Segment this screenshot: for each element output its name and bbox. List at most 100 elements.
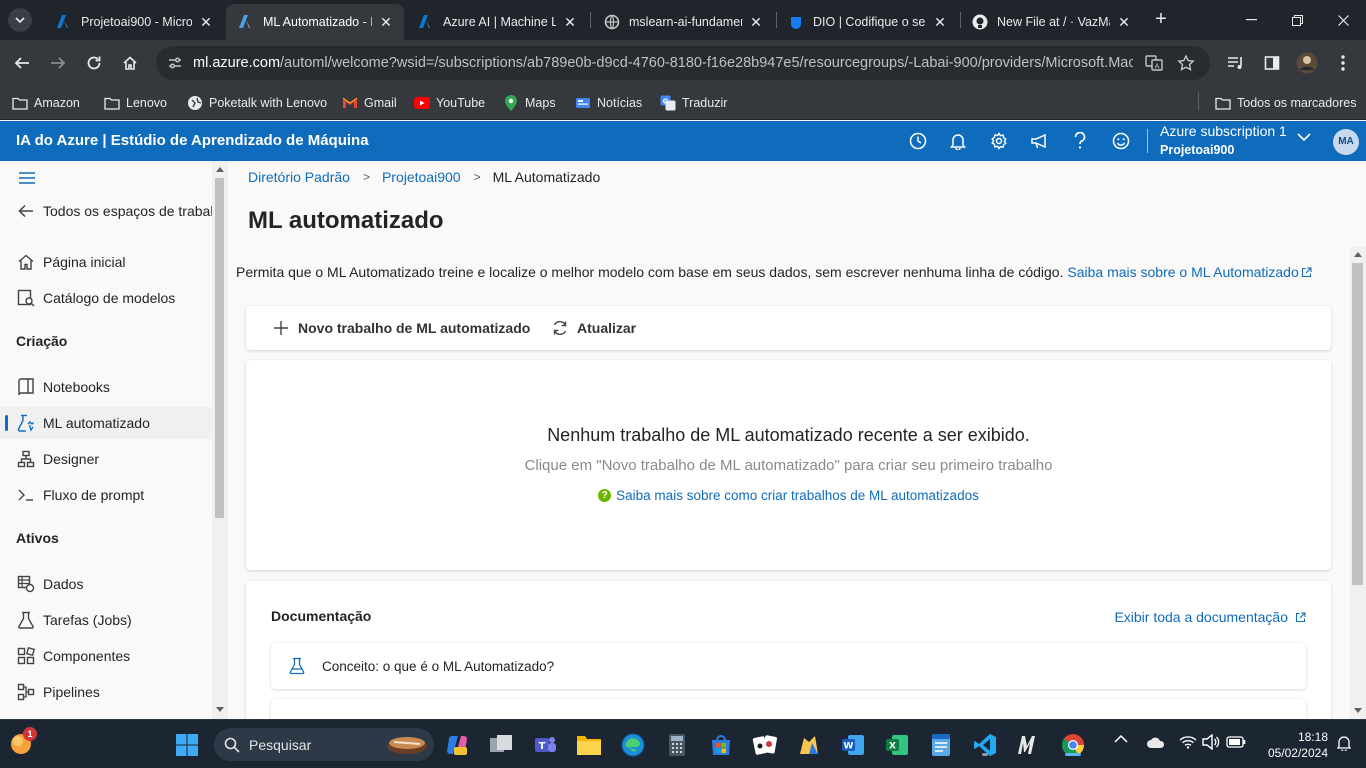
excel-icon[interactable]: X xyxy=(884,732,910,758)
file-explorer-icon[interactable] xyxy=(576,732,602,758)
scroll-up-arrow-icon[interactable] xyxy=(216,167,224,172)
close-tab-icon[interactable]: ✕ xyxy=(748,14,764,30)
breadcrumb-directory[interactable]: Diretório Padrão xyxy=(248,169,350,185)
browser-tab-active[interactable]: ML Automatizado - IA ✕ xyxy=(226,4,404,40)
bookmark-translate[interactable]: G Traduzir xyxy=(660,93,727,113)
close-window-button[interactable] xyxy=(1320,0,1366,40)
nav-item-prompt-flow[interactable]: Fluxo de prompt xyxy=(0,479,212,511)
browser-tab[interactable]: Azure AI | Machine Le ✕ xyxy=(406,4,588,40)
nav-scrollbar[interactable] xyxy=(212,161,228,719)
feedback-megaphone-icon[interactable] xyxy=(1029,130,1051,152)
microsoft-store-icon[interactable] xyxy=(708,732,734,758)
browser-tab[interactable]: mslearn-ai-fundamen ✕ xyxy=(592,4,774,40)
maps-app-icon[interactable] xyxy=(796,732,822,758)
minimize-button[interactable] xyxy=(1228,0,1274,40)
browser-menu-icon[interactable] xyxy=(1331,51,1355,75)
bookmark-amazon[interactable]: Amazon xyxy=(12,93,80,113)
tab-search-button[interactable] xyxy=(8,8,32,32)
learn-more-automl-link[interactable]: Saiba mais sobre o ML Automatizado xyxy=(1067,264,1312,280)
edge-icon[interactable] xyxy=(620,732,646,758)
home-icon[interactable] xyxy=(118,51,142,75)
nav-item-home[interactable]: Página inicial xyxy=(0,246,212,278)
bookmark-news[interactable]: Notícias xyxy=(575,93,642,113)
close-tab-icon[interactable]: ✕ xyxy=(562,14,578,30)
scroll-down-arrow-icon[interactable] xyxy=(216,707,224,712)
teams-icon[interactable]: T xyxy=(532,732,558,758)
browser-tab[interactable]: DIO | Codifique o seu ✕ xyxy=(776,4,958,40)
copilot-icon[interactable] xyxy=(444,732,470,758)
nav-item-data[interactable]: Dados xyxy=(0,568,212,600)
word-icon[interactable]: W xyxy=(840,732,866,758)
taskbar-search-box[interactable]: Pesquisar xyxy=(214,728,434,761)
refresh-button[interactable]: Atualizar xyxy=(550,317,636,339)
bookmark-lenovo[interactable]: Lenovo xyxy=(104,93,167,113)
bookmark-poketalk[interactable]: Poketalk with Lenovo xyxy=(187,93,327,113)
chrome-icon[interactable] xyxy=(1060,732,1086,758)
forward-icon[interactable] xyxy=(46,51,70,75)
notifications-icon[interactable] xyxy=(947,130,969,152)
back-icon[interactable] xyxy=(10,51,34,75)
notepad-icon[interactable] xyxy=(928,732,954,758)
help-icon[interactable] xyxy=(1069,130,1091,152)
restore-button[interactable] xyxy=(1274,0,1320,40)
browser-tab[interactable]: New File at / · VazMar ✕ xyxy=(960,4,1142,40)
translate-page-icon[interactable]: A xyxy=(1144,53,1164,73)
close-tab-icon[interactable]: ✕ xyxy=(198,14,214,30)
profile-avatar[interactable] xyxy=(1295,51,1319,75)
address-bar[interactable]: ml.azure.com/automl/welcome?wsid=/subscr… xyxy=(156,46,1210,80)
system-clock[interactable]: 18:18 05/02/2024 xyxy=(1254,729,1328,761)
bookmark-youtube[interactable]: YouTube xyxy=(414,93,485,113)
scroll-down-arrow-icon[interactable] xyxy=(1354,708,1362,713)
nav-item-notebooks[interactable]: Notebooks xyxy=(0,371,212,403)
main-scrollbar-thumb[interactable] xyxy=(1352,263,1363,585)
ml-app-icon[interactable] xyxy=(1016,732,1042,758)
site-settings-icon[interactable] xyxy=(165,53,185,73)
volume-icon[interactable] xyxy=(1202,734,1220,750)
app-title[interactable]: IA do Azure | Estúdio de Aprendizado de … xyxy=(16,132,369,149)
media-control-icon[interactable] xyxy=(1224,51,1248,75)
chevron-down-icon[interactable] xyxy=(1297,133,1311,141)
bookmark-maps[interactable]: Maps xyxy=(503,93,556,113)
breadcrumb-workspace[interactable]: Projetoai900 xyxy=(382,169,461,185)
nav-item-designer[interactable]: Designer xyxy=(0,443,212,475)
nav-back-all-workspaces[interactable]: Todos os espaços de trabal xyxy=(0,195,212,227)
calculator-icon[interactable] xyxy=(664,732,690,758)
close-tab-icon[interactable]: ✕ xyxy=(1116,14,1132,30)
show-hidden-icons-chevron-up-icon[interactable] xyxy=(1114,735,1128,743)
nav-scrollbar-thumb[interactable] xyxy=(215,178,224,518)
bookmark-star-icon[interactable] xyxy=(1176,53,1196,73)
vscode-icon[interactable] xyxy=(972,732,998,758)
smiley-feedback-icon[interactable] xyxy=(1110,130,1132,152)
hamburger-menu-icon[interactable] xyxy=(18,171,38,187)
bookmark-gmail[interactable]: Gmail xyxy=(342,93,397,113)
recent-activity-icon[interactable] xyxy=(907,130,929,152)
main-scrollbar[interactable] xyxy=(1350,247,1366,719)
doc-item-automl-concept[interactable]: Conceito: o que é o ML Automatizado? xyxy=(271,643,1306,689)
nav-item-model-catalog[interactable]: Catálogo de modelos xyxy=(0,282,212,314)
close-tab-icon[interactable]: ✕ xyxy=(932,14,948,30)
nav-item-pipelines[interactable]: Pipelines xyxy=(0,676,212,708)
nav-item-components[interactable]: Componentes xyxy=(0,640,212,672)
wifi-icon[interactable] xyxy=(1179,735,1197,749)
subscription-name[interactable]: Azure subscription 1 xyxy=(1160,123,1287,139)
close-tab-icon[interactable]: ✕ xyxy=(378,14,394,30)
side-panel-icon[interactable] xyxy=(1260,51,1284,75)
avatar[interactable]: MA xyxy=(1333,129,1359,155)
onedrive-cloud-icon[interactable] xyxy=(1146,736,1166,749)
all-bookmarks-folder[interactable]: Todos os marcadores xyxy=(1215,93,1357,113)
settings-icon[interactable] xyxy=(988,130,1010,152)
task-view-icon[interactable] xyxy=(488,732,514,758)
browser-tab[interactable]: Projetoai900 - Micros ✕ xyxy=(44,4,224,40)
notifications-bell-icon[interactable] xyxy=(1337,735,1351,751)
new-automl-job-button[interactable]: Novo trabalho de ML automatizado xyxy=(271,317,530,339)
nav-item-jobs[interactable]: Tarefas (Jobs) xyxy=(0,604,212,636)
workspace-name[interactable]: Projetoai900 xyxy=(1160,143,1234,157)
new-tab-button[interactable]: + xyxy=(1150,9,1172,31)
start-button[interactable] xyxy=(174,732,200,758)
create-jobs-help-link[interactable]: ? Saiba mais sobre como criar trabalhos … xyxy=(246,488,1331,503)
solitaire-icon[interactable] xyxy=(752,732,778,758)
nav-item-automl[interactable]: ML automatizado xyxy=(0,407,212,439)
scroll-up-arrow-icon[interactable] xyxy=(1354,252,1362,257)
view-all-docs-link[interactable]: Exibir toda a documentação xyxy=(1114,609,1306,625)
reload-icon[interactable] xyxy=(82,51,106,75)
